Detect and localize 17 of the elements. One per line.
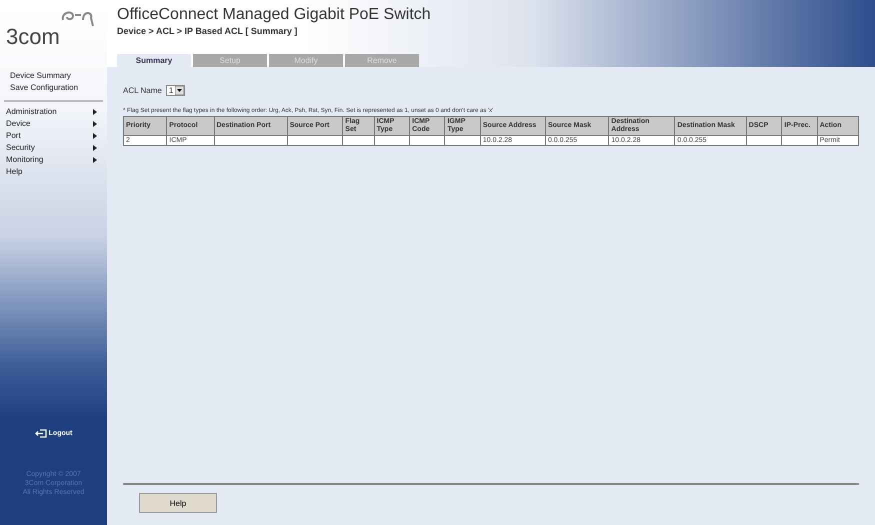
sidebar-link[interactable]: Device Summary bbox=[10, 70, 103, 82]
sidebar-menu-item[interactable]: Help bbox=[6, 166, 97, 178]
acl-name-dropdown[interactable]: 1 bbox=[166, 85, 186, 96]
sidebar-menu-item[interactable]: Monitoring bbox=[6, 154, 97, 166]
sidebar-link[interactable]: Save Configuration bbox=[10, 82, 103, 94]
tab[interactable]: Summary bbox=[117, 54, 191, 67]
breadcrumb: Device > ACL > IP Based ACL [ Summary ] bbox=[117, 26, 298, 36]
help-button[interactable]: Help bbox=[139, 493, 217, 513]
sidebar-menu-item[interactable]: Port bbox=[6, 130, 97, 142]
dropdown-arrow-icon bbox=[175, 86, 184, 95]
sidebar-menu-item[interactable]: Administration bbox=[6, 106, 97, 118]
sidebar-menu-item[interactable]: Security bbox=[6, 142, 97, 154]
product-title: OfficeConnect Managed Gigabit PoE Switch bbox=[117, 6, 432, 24]
sidebar-menu-item[interactable]: Device bbox=[6, 118, 97, 130]
logout-icon bbox=[34, 429, 47, 438]
acl-name-label: ACL Name bbox=[123, 86, 162, 95]
logo-text: 3com bbox=[6, 24, 60, 50]
